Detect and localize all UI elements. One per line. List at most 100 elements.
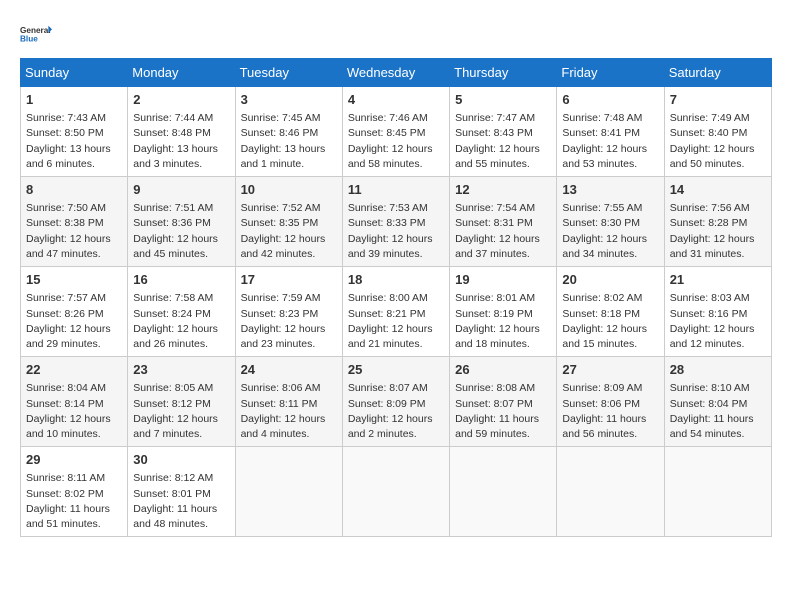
- day-cell: 5 Sunrise: 7:47 AMSunset: 8:43 PMDaylight…: [450, 87, 557, 177]
- week-row-5: 29 Sunrise: 8:11 AMSunset: 8:02 PMDayligh…: [21, 447, 772, 537]
- day-cell: 4 Sunrise: 7:46 AMSunset: 8:45 PMDaylight…: [342, 87, 449, 177]
- day-info: Sunrise: 8:00 AMSunset: 8:21 PMDaylight:…: [348, 291, 444, 352]
- logo: General Blue: [20, 16, 52, 52]
- day-cell: 9 Sunrise: 7:51 AMSunset: 8:36 PMDaylight…: [128, 177, 235, 267]
- day-cell: 12 Sunrise: 7:54 AMSunset: 8:31 PMDayligh…: [450, 177, 557, 267]
- header-wednesday: Wednesday: [342, 59, 449, 87]
- day-info: Sunrise: 7:48 AMSunset: 8:41 PMDaylight:…: [562, 111, 658, 172]
- day-info: Sunrise: 7:52 AMSunset: 8:35 PMDaylight:…: [241, 201, 337, 262]
- day-info: Sunrise: 7:46 AMSunset: 8:45 PMDaylight:…: [348, 111, 444, 172]
- day-number: 26: [455, 361, 551, 379]
- day-number: 8: [26, 181, 122, 199]
- day-number: 5: [455, 91, 551, 109]
- day-cell: 7 Sunrise: 7:49 AMSunset: 8:40 PMDaylight…: [664, 87, 771, 177]
- week-row-2: 8 Sunrise: 7:50 AMSunset: 8:38 PMDaylight…: [21, 177, 772, 267]
- day-number: 11: [348, 181, 444, 199]
- day-info: Sunrise: 7:45 AMSunset: 8:46 PMDaylight:…: [241, 111, 337, 172]
- svg-text:Blue: Blue: [20, 34, 38, 43]
- day-info: Sunrise: 7:55 AMSunset: 8:30 PMDaylight:…: [562, 201, 658, 262]
- day-cell: 2 Sunrise: 7:44 AMSunset: 8:48 PMDaylight…: [128, 87, 235, 177]
- header-monday: Monday: [128, 59, 235, 87]
- day-info: Sunrise: 7:43 AMSunset: 8:50 PMDaylight:…: [26, 111, 122, 172]
- week-row-4: 22 Sunrise: 8:04 AMSunset: 8:14 PMDayligh…: [21, 357, 772, 447]
- day-info: Sunrise: 7:47 AMSunset: 8:43 PMDaylight:…: [455, 111, 551, 172]
- day-number: 12: [455, 181, 551, 199]
- day-info: Sunrise: 7:56 AMSunset: 8:28 PMDaylight:…: [670, 201, 766, 262]
- day-cell: 6Sunrise: 7:48 AMSunset: 8:41 PMDaylight…: [557, 87, 664, 177]
- day-number: 23: [133, 361, 229, 379]
- header-sunday: Sunday: [21, 59, 128, 87]
- day-cell: 17 Sunrise: 7:59 AMSunset: 8:23 PMDayligh…: [235, 267, 342, 357]
- day-info: Sunrise: 8:02 AMSunset: 8:18 PMDaylight:…: [562, 291, 658, 352]
- day-cell: 28Sunrise: 8:10 AMSunset: 8:04 PMDayligh…: [664, 357, 771, 447]
- day-cell: 26 Sunrise: 8:08 AMSunset: 8:07 PMDayligh…: [450, 357, 557, 447]
- day-cell: 15 Sunrise: 7:57 AMSunset: 8:26 PMDayligh…: [21, 267, 128, 357]
- day-cell: [342, 447, 449, 537]
- day-number: 7: [670, 91, 766, 109]
- day-cell: 21Sunrise: 8:03 AMSunset: 8:16 PMDayligh…: [664, 267, 771, 357]
- day-number: 2: [133, 91, 229, 109]
- day-number: 20: [562, 271, 658, 289]
- day-cell: [557, 447, 664, 537]
- day-cell: 16 Sunrise: 7:58 AMSunset: 8:24 PMDayligh…: [128, 267, 235, 357]
- day-cell: [235, 447, 342, 537]
- day-number: 14: [670, 181, 766, 199]
- header-thursday: Thursday: [450, 59, 557, 87]
- day-number: 17: [241, 271, 337, 289]
- day-cell: 11 Sunrise: 7:53 AMSunset: 8:33 PMDayligh…: [342, 177, 449, 267]
- day-cell: 20 Sunrise: 8:02 AMSunset: 8:18 PMDayligh…: [557, 267, 664, 357]
- day-number: 16: [133, 271, 229, 289]
- day-info: Sunrise: 7:54 AMSunset: 8:31 PMDaylight:…: [455, 201, 551, 262]
- day-cell: 3 Sunrise: 7:45 AMSunset: 8:46 PMDaylight…: [235, 87, 342, 177]
- day-number: 22: [26, 361, 122, 379]
- day-info: Sunrise: 8:06 AMSunset: 8:11 PMDaylight:…: [241, 381, 337, 442]
- day-info: Sunrise: 8:11 AMSunset: 8:02 PMDaylight:…: [26, 471, 122, 532]
- day-info: Sunrise: 7:49 AMSunset: 8:40 PMDaylight:…: [670, 111, 766, 172]
- day-cell: 30Sunrise: 8:12 AMSunset: 8:01 PMDayligh…: [128, 447, 235, 537]
- day-number: 25: [348, 361, 444, 379]
- day-info: Sunrise: 8:12 AMSunset: 8:01 PMDaylight:…: [133, 471, 229, 532]
- day-cell: 18 Sunrise: 8:00 AMSunset: 8:21 PMDayligh…: [342, 267, 449, 357]
- day-cell: 29 Sunrise: 8:11 AMSunset: 8:02 PMDayligh…: [21, 447, 128, 537]
- day-number: 24: [241, 361, 337, 379]
- day-number: 1: [26, 91, 122, 109]
- day-info: Sunrise: 8:03 AMSunset: 8:16 PMDaylight:…: [670, 291, 766, 352]
- day-info: Sunrise: 7:50 AMSunset: 8:38 PMDaylight:…: [26, 201, 122, 262]
- day-number: 15: [26, 271, 122, 289]
- day-cell: 27Sunrise: 8:09 AMSunset: 8:06 PMDayligh…: [557, 357, 664, 447]
- day-info: Sunrise: 8:04 AMSunset: 8:14 PMDaylight:…: [26, 381, 122, 442]
- day-info: Sunrise: 8:01 AMSunset: 8:19 PMDaylight:…: [455, 291, 551, 352]
- day-info: Sunrise: 7:59 AMSunset: 8:23 PMDaylight:…: [241, 291, 337, 352]
- week-row-3: 15 Sunrise: 7:57 AMSunset: 8:26 PMDayligh…: [21, 267, 772, 357]
- day-number: 4: [348, 91, 444, 109]
- day-cell: 23Sunrise: 8:05 AMSunset: 8:12 PMDayligh…: [128, 357, 235, 447]
- header-row: SundayMondayTuesdayWednesdayThursdayFrid…: [21, 59, 772, 87]
- day-number: 9: [133, 181, 229, 199]
- day-number: 3: [241, 91, 337, 109]
- header-tuesday: Tuesday: [235, 59, 342, 87]
- calendar-table: SundayMondayTuesdayWednesdayThursdayFrid…: [20, 58, 772, 537]
- day-info: Sunrise: 7:53 AMSunset: 8:33 PMDaylight:…: [348, 201, 444, 262]
- day-info: Sunrise: 7:51 AMSunset: 8:36 PMDaylight:…: [133, 201, 229, 262]
- logo-svg: General Blue: [20, 16, 52, 52]
- day-cell: 8 Sunrise: 7:50 AMSunset: 8:38 PMDaylight…: [21, 177, 128, 267]
- day-info: Sunrise: 7:44 AMSunset: 8:48 PMDaylight:…: [133, 111, 229, 172]
- day-cell: 13Sunrise: 7:55 AMSunset: 8:30 PMDayligh…: [557, 177, 664, 267]
- day-number: 18: [348, 271, 444, 289]
- day-cell: [450, 447, 557, 537]
- day-cell: 1 Sunrise: 7:43 AMSunset: 8:50 PMDaylight…: [21, 87, 128, 177]
- day-info: Sunrise: 8:07 AMSunset: 8:09 PMDaylight:…: [348, 381, 444, 442]
- header-friday: Friday: [557, 59, 664, 87]
- day-cell: 25 Sunrise: 8:07 AMSunset: 8:09 PMDayligh…: [342, 357, 449, 447]
- day-number: 27: [562, 361, 658, 379]
- day-info: Sunrise: 8:10 AMSunset: 8:04 PMDaylight:…: [670, 381, 766, 442]
- day-number: 29: [26, 451, 122, 469]
- day-info: Sunrise: 7:58 AMSunset: 8:24 PMDaylight:…: [133, 291, 229, 352]
- day-info: Sunrise: 7:57 AMSunset: 8:26 PMDaylight:…: [26, 291, 122, 352]
- header-saturday: Saturday: [664, 59, 771, 87]
- day-number: 10: [241, 181, 337, 199]
- day-cell: 14 Sunrise: 7:56 AMSunset: 8:28 PMDayligh…: [664, 177, 771, 267]
- day-number: 19: [455, 271, 551, 289]
- day-info: Sunrise: 8:08 AMSunset: 8:07 PMDaylight:…: [455, 381, 551, 442]
- day-cell: [664, 447, 771, 537]
